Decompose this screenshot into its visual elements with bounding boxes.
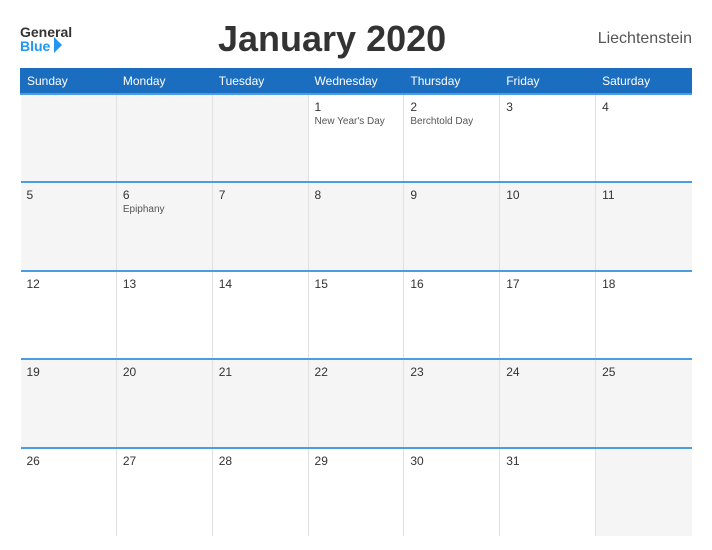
calendar-header: Sunday Monday Tuesday Wednesday Thursday… [21, 69, 692, 95]
day-number: 7 [219, 188, 302, 202]
day-number: 31 [506, 454, 589, 468]
day-number: 26 [27, 454, 110, 468]
logo-blue-text: Blue [20, 39, 50, 53]
logo-general-text: General [20, 25, 72, 39]
week-row-4: 19 20 21 22 23 24 25 [21, 359, 692, 447]
logo-blue-row: Blue [20, 39, 62, 53]
col-friday: Friday [500, 69, 596, 95]
holiday-label: New Year's Day [315, 116, 398, 127]
calendar-cell: 14 [212, 271, 308, 359]
days-of-week-row: Sunday Monday Tuesday Wednesday Thursday… [21, 69, 692, 95]
day-number: 18 [602, 277, 685, 291]
calendar-cell: 29 [308, 448, 404, 536]
day-number: 17 [506, 277, 589, 291]
holiday-label: Epiphany [123, 204, 206, 215]
calendar-cell: 30 [404, 448, 500, 536]
calendar-cell: 10 [500, 182, 596, 270]
day-number: 4 [602, 100, 685, 114]
day-number: 14 [219, 277, 302, 291]
calendar-cell: 23 [404, 359, 500, 447]
calendar-cell: 26 [21, 448, 117, 536]
col-tuesday: Tuesday [212, 69, 308, 95]
calendar-table: Sunday Monday Tuesday Wednesday Thursday… [20, 68, 692, 536]
day-number: 19 [27, 365, 110, 379]
day-number: 1 [315, 100, 398, 114]
calendar-cell: 11 [596, 182, 692, 270]
day-number: 25 [602, 365, 685, 379]
week-row-3: 12 13 14 15 16 17 18 [21, 271, 692, 359]
week-row-5: 26 27 28 29 30 31 [21, 448, 692, 536]
calendar-cell: 3 [500, 94, 596, 182]
day-number: 6 [123, 188, 206, 202]
col-thursday: Thursday [404, 69, 500, 95]
day-number: 5 [27, 188, 110, 202]
calendar-cell: 4 [596, 94, 692, 182]
calendar-title: January 2020 [72, 18, 592, 60]
col-sunday: Sunday [21, 69, 117, 95]
calendar-cell: 20 [116, 359, 212, 447]
calendar-cell: 15 [308, 271, 404, 359]
day-number: 8 [315, 188, 398, 202]
calendar-cell: 18 [596, 271, 692, 359]
calendar-cell: 21 [212, 359, 308, 447]
header: General Blue January 2020 Liechtenstein [20, 18, 692, 60]
calendar-cell: 19 [21, 359, 117, 447]
calendar-cell: 6 Epiphany [116, 182, 212, 270]
calendar-cell: 22 [308, 359, 404, 447]
calendar-cell: 2 Berchtold Day [404, 94, 500, 182]
day-number: 22 [315, 365, 398, 379]
calendar-cell: 1 New Year's Day [308, 94, 404, 182]
day-number: 24 [506, 365, 589, 379]
day-number: 23 [410, 365, 493, 379]
calendar-cell: 25 [596, 359, 692, 447]
day-number: 12 [27, 277, 110, 291]
calendar-cell: 24 [500, 359, 596, 447]
calendar-cell: 27 [116, 448, 212, 536]
day-number: 30 [410, 454, 493, 468]
day-number: 2 [410, 100, 493, 114]
week-row-1: 1 New Year's Day 2 Berchtold Day 34 [21, 94, 692, 182]
day-number: 3 [506, 100, 589, 114]
calendar-cell: 13 [116, 271, 212, 359]
day-number: 28 [219, 454, 302, 468]
day-number: 21 [219, 365, 302, 379]
col-monday: Monday [116, 69, 212, 95]
calendar-cell: 12 [21, 271, 117, 359]
logo: General Blue [20, 25, 72, 53]
calendar-body: 1 New Year's Day 2 Berchtold Day 34 56 Epiphan… [21, 94, 692, 536]
calendar-cell: 5 [21, 182, 117, 270]
holiday-label: Berchtold Day [410, 116, 493, 127]
calendar-cell [21, 94, 117, 182]
calendar-cell [212, 94, 308, 182]
calendar-cell: 28 [212, 448, 308, 536]
calendar-cell [116, 94, 212, 182]
calendar-cell [596, 448, 692, 536]
calendar-cell: 31 [500, 448, 596, 536]
calendar-cell: 16 [404, 271, 500, 359]
logo-triangle-icon [54, 37, 62, 53]
day-number: 9 [410, 188, 493, 202]
day-number: 15 [315, 277, 398, 291]
calendar-cell: 8 [308, 182, 404, 270]
day-number: 27 [123, 454, 206, 468]
calendar-cell: 7 [212, 182, 308, 270]
col-wednesday: Wednesday [308, 69, 404, 95]
calendar-cell: 17 [500, 271, 596, 359]
day-number: 10 [506, 188, 589, 202]
day-number: 20 [123, 365, 206, 379]
col-saturday: Saturday [596, 69, 692, 95]
calendar-cell: 9 [404, 182, 500, 270]
country-label: Liechtenstein [592, 30, 692, 48]
page: General Blue January 2020 Liechtenstein … [0, 0, 712, 550]
day-number: 13 [123, 277, 206, 291]
day-number: 29 [315, 454, 398, 468]
day-number: 11 [602, 188, 685, 202]
day-number: 16 [410, 277, 493, 291]
week-row-2: 56 Epiphany 789 10 11 [21, 182, 692, 270]
